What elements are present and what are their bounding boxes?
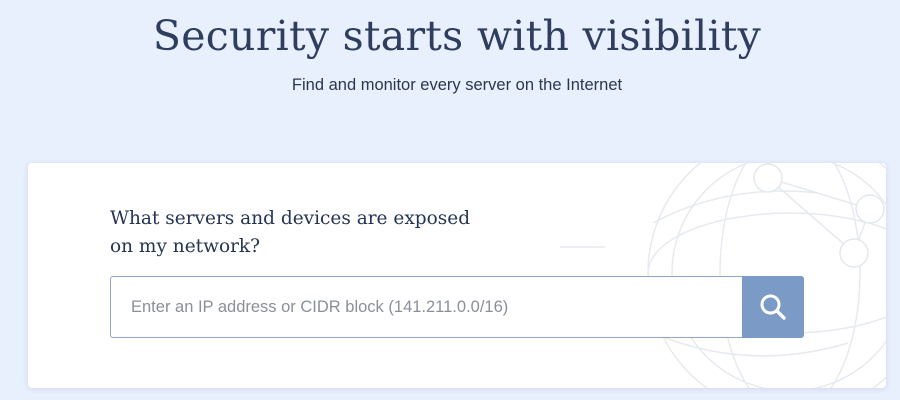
card-question: What servers and devices are exposed on …: [110, 205, 530, 261]
card-question-line-1: What servers and devices are exposed: [110, 208, 471, 229]
search-button[interactable]: [742, 276, 804, 338]
search-bar: [110, 276, 804, 338]
ip-search-input[interactable]: [110, 276, 742, 338]
hero-subtitle: Find and monitor every server on the Int…: [291, 76, 623, 94]
card-question-line-2: on my network?: [110, 236, 261, 257]
hero-title: Security starts with visibility: [152, 12, 762, 60]
search-card: What servers and devices are exposed on …: [28, 163, 886, 388]
search-icon: [760, 294, 786, 320]
